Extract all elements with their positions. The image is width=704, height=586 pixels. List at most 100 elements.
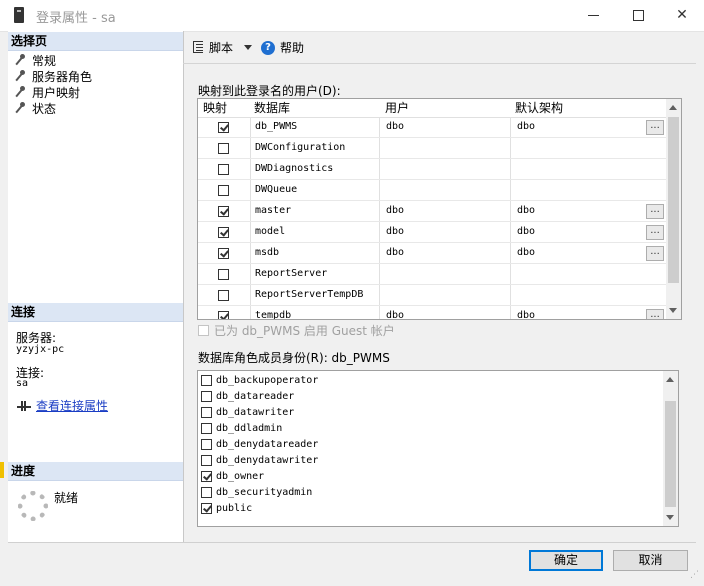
database-cell: DWQueue [255,184,298,195]
role-membership-list: db_backupoperator db_datareader db_dataw… [197,370,679,527]
scroll-down-icon[interactable] [669,308,677,313]
user-cell[interactable]: dbo [386,117,404,137]
map-checkbox[interactable] [218,185,229,196]
table-row[interactable]: tempdb dbo dbo ... [198,306,666,319]
user-cell[interactable]: dbo [386,222,404,242]
wrench-icon [14,86,26,98]
script-dropdown-icon[interactable] [244,45,252,50]
nav-item-user-mapping[interactable]: 用户映射 [14,85,80,101]
column-header-user[interactable]: 用户 [385,100,409,116]
close-button[interactable]: ✕ [660,0,704,31]
user-cell[interactable]: dbo [386,201,404,221]
table-row[interactable]: ReportServer [198,264,666,285]
role-checkbox[interactable] [201,471,212,482]
map-checkbox[interactable] [218,206,229,217]
wrench-icon [14,102,26,114]
connection-header: 连接 [8,303,183,322]
column-header-map[interactable]: 映射 [203,100,227,116]
plug-icon [16,400,32,412]
map-checkbox[interactable] [218,227,229,238]
view-connection-properties-link[interactable]: 查看连接属性 [16,397,108,414]
role-checkbox[interactable] [201,391,212,402]
script-button[interactable]: 脚本 [209,40,233,56]
table-row[interactable]: db_PWMS dbo dbo ... [198,117,666,138]
maximize-button[interactable] [616,0,660,31]
scrollbar-thumb[interactable] [665,401,676,507]
column-header-database[interactable]: 数据库 [254,100,290,116]
progress-header: 进度 [8,462,183,481]
role-checkbox[interactable] [201,407,212,418]
user-cell[interactable]: dbo [386,243,404,263]
role-checkbox[interactable] [201,487,212,498]
title-bar: 登录属性 - sa ✕ [0,0,704,32]
table-row[interactable]: DWQueue [198,180,666,201]
list-item[interactable]: public [201,501,661,517]
list-item[interactable]: db_denydatawriter [201,453,661,469]
progress-spinner-icon [18,491,48,521]
nav-item-general[interactable]: 常规 [14,53,56,69]
table-row[interactable]: model dbo dbo ... [198,222,666,243]
close-icon: ✕ [676,7,688,23]
table-row[interactable]: ReportServerTempDB [198,285,666,306]
ok-button[interactable]: 确定 [529,550,603,571]
table-row[interactable]: DWConfiguration [198,138,666,159]
server-value: yzyjx-pc [16,344,65,355]
scrollbar-thumb[interactable] [668,117,679,283]
role-checkbox[interactable] [201,423,212,434]
map-checkbox[interactable] [218,248,229,259]
scroll-down-icon[interactable] [666,515,674,520]
help-icon: ? [261,41,275,55]
role-checkbox[interactable] [201,503,212,514]
role-label: public [216,503,253,514]
nav-item-server-roles[interactable]: 服务器角色 [14,69,92,85]
resize-grip-icon[interactable]: ⋰ [690,570,700,580]
schema-cell[interactable]: dbo [517,117,535,137]
schema-cell[interactable]: dbo [517,306,535,319]
database-cell: DWConfiguration [255,142,346,153]
guest-account-checkbox[interactable] [198,325,209,336]
database-cell: DWDiagnostics [255,163,334,174]
guest-account-label: 已为 db_PWMS 启用 Guest 帐户 [214,324,395,338]
map-checkbox[interactable] [218,290,229,301]
warning-marker [0,462,4,478]
user-cell[interactable]: dbo [386,306,404,319]
minimize-button[interactable] [572,0,616,31]
map-checkbox[interactable] [218,143,229,154]
scroll-up-icon[interactable] [666,377,674,382]
user-grid-scrollbar[interactable] [666,99,681,319]
schema-cell[interactable]: dbo [517,243,535,263]
browse-schema-button[interactable]: ... [646,246,664,261]
scroll-up-icon[interactable] [669,105,677,110]
column-header-default-schema[interactable]: 默认架构 [515,100,563,116]
footer-separator [8,542,696,543]
map-checkbox[interactable] [218,311,229,319]
database-cell: msdb [255,247,280,258]
database-cell: model [255,226,286,237]
cancel-button[interactable]: 取消 [613,550,688,571]
table-row[interactable]: msdb dbo dbo ... [198,243,666,264]
list-item[interactable]: db_securityadmin [201,485,661,501]
connection-value: sa [16,378,29,389]
table-row[interactable]: master dbo dbo ... [198,201,666,222]
role-checkbox[interactable] [201,455,212,466]
database-cell: db_PWMS [255,121,298,132]
role-checkbox[interactable] [201,439,212,450]
map-checkbox[interactable] [218,122,229,133]
user-mapping-title: 映射到此登录名的用户(D): [198,84,341,98]
nav-item-status[interactable]: 状态 [14,101,56,117]
window-title: 登录属性 - sa [36,11,116,26]
role-list-scrollbar[interactable] [663,371,678,526]
browse-schema-button[interactable]: ... [646,309,664,319]
browse-schema-button[interactable]: ... [646,120,664,135]
map-checkbox[interactable] [218,164,229,175]
database-cell: ReportServer [255,268,328,279]
schema-cell[interactable]: dbo [517,222,535,242]
role-checkbox[interactable] [201,375,212,386]
browse-schema-button[interactable]: ... [646,225,664,240]
table-row[interactable]: DWDiagnostics [198,159,666,180]
browse-schema-button[interactable]: ... [646,204,664,219]
map-checkbox[interactable] [218,269,229,280]
help-button[interactable]: 帮助 [280,40,304,56]
wrench-icon [14,70,26,82]
schema-cell[interactable]: dbo [517,201,535,221]
